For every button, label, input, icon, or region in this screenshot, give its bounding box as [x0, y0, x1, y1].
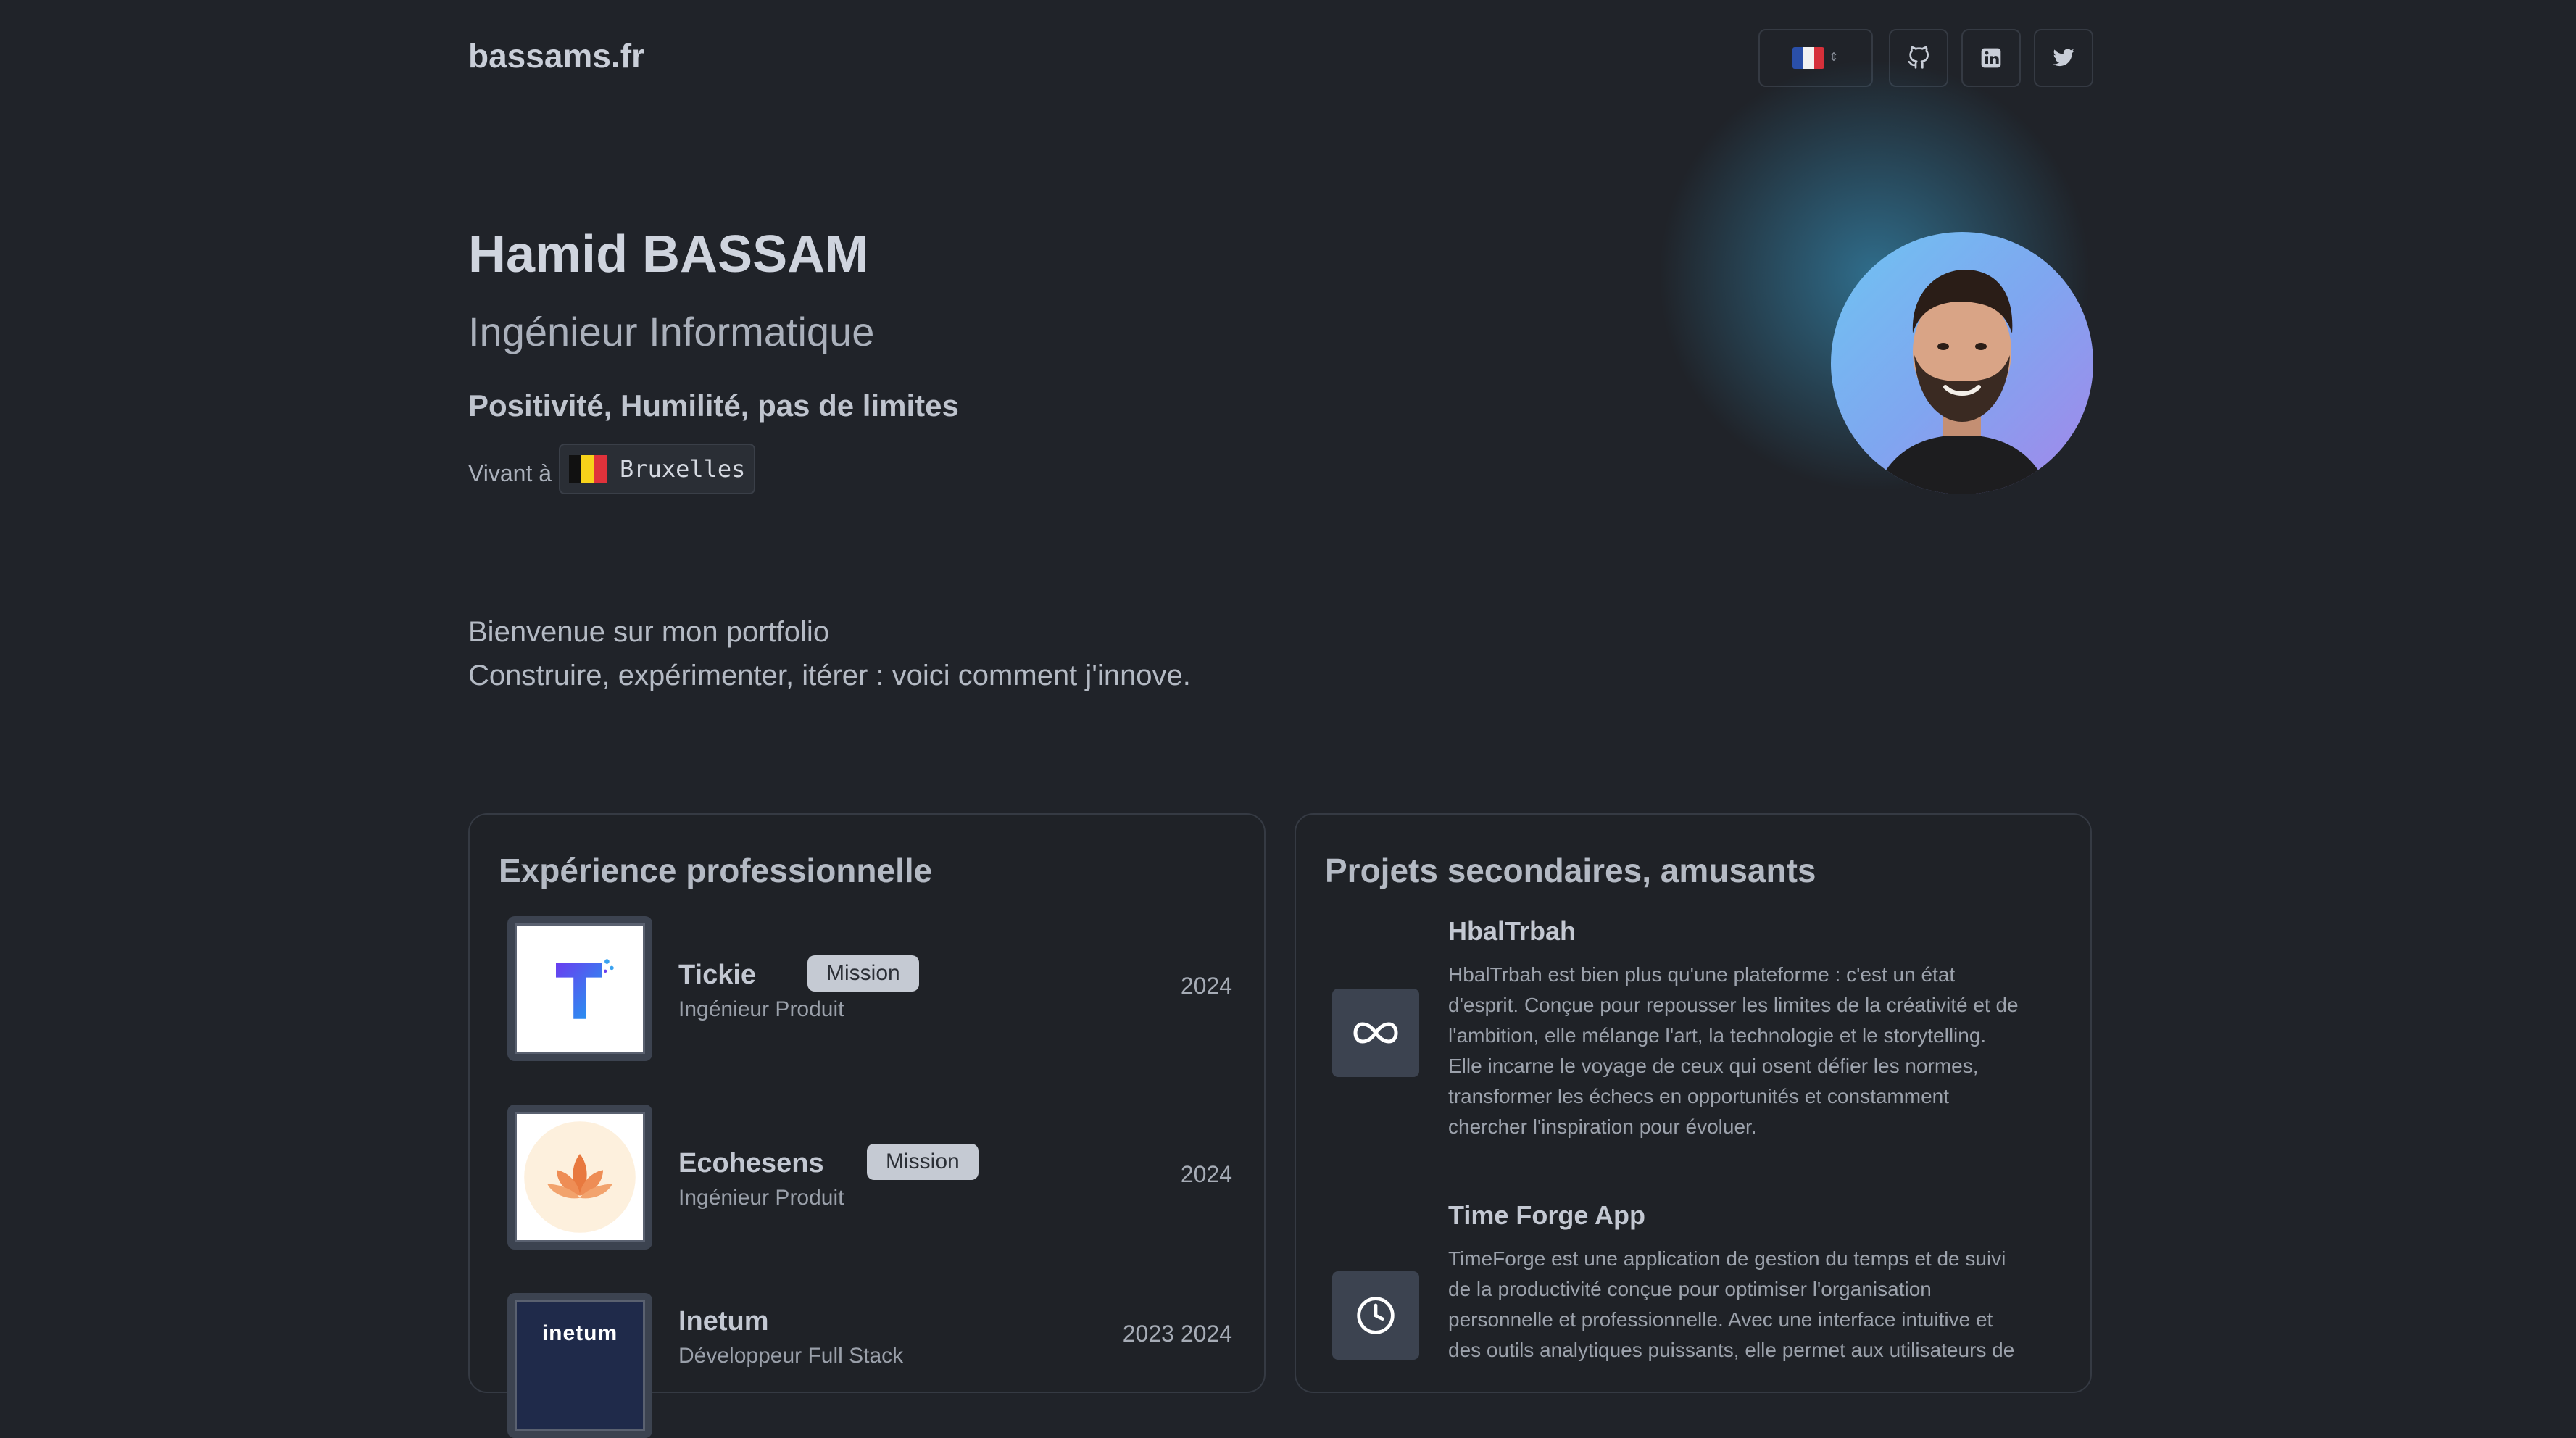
twitter-button[interactable]	[2034, 29, 2093, 87]
project-name: HbalTrbah	[1448, 916, 1576, 946]
hero-role: Ingénieur Informatique	[468, 309, 875, 354]
description-line: d'esprit. Conçue pour repousser les limi…	[1448, 994, 2019, 1016]
inetum-logo-text: inetum	[541, 1321, 618, 1345]
project-item-hbaltrbah[interactable]: HbalTrbah HbalTrbah est bien plus qu'une…	[1325, 916, 2064, 1148]
project-item-time-forge[interactable]: Time Forge App TimeForge est une applica…	[1325, 1200, 2064, 1389]
job-year: 2024	[1180, 973, 1232, 999]
city-name: Bruxelles	[620, 455, 746, 483]
projects-title: Projets secondaires, amusants	[1325, 852, 1816, 889]
city-chip: Bruxelles	[559, 444, 756, 494]
site-title[interactable]: bassams.fr	[468, 36, 644, 75]
welcome-line-1: Bienvenue sur mon portfolio	[468, 616, 830, 648]
description-line: de la productivité conçue pour optimiser…	[1448, 1278, 1932, 1300]
belgium-flag-icon	[569, 455, 607, 483]
twitter-icon	[2053, 49, 2074, 67]
project-name: Time Forge App	[1448, 1200, 1646, 1230]
company-logo	[507, 1105, 652, 1250]
description-line: chercher l'inspiration pour évoluer.	[1448, 1115, 1757, 1138]
job-role: Ingénieur Produit	[678, 997, 844, 1021]
welcome-line-2: Construire, expérimenter, itérer : voici…	[468, 660, 1191, 691]
job-year: 2024	[1180, 1161, 1232, 1187]
description-line: personnelle et professionnelle. Avec une…	[1448, 1308, 1993, 1331]
experience-title: Expérience professionnelle	[499, 852, 933, 889]
description-line: Elle incarne le voyage de ceux qui osent…	[1448, 1055, 1979, 1077]
description-line: TimeForge est une application de gestion…	[1448, 1247, 2006, 1270]
linkedin-button[interactable]	[1961, 29, 2021, 87]
company-name: Tickie	[678, 960, 757, 990]
project-description: HbalTrbah est bien plus qu'une plateform…	[1448, 960, 2064, 1142]
clock-icon	[1332, 1271, 1419, 1360]
tickie-logo-icon	[556, 959, 614, 1019]
experience-item-tickie[interactable]: Tickie Mission Ingénieur Produit 2024	[507, 916, 1232, 1061]
hero-name: Hamid BASSAM	[468, 225, 869, 283]
experience-card: Expérience professionnelle Tickie Missio…	[468, 813, 1266, 1438]
portrait-illustration	[1874, 270, 2050, 494]
description-line: l'ambition, elle mélange l'art, la techn…	[1448, 1024, 1987, 1047]
projects-card: Projets secondaires, amusants HbalTrbah …	[1295, 813, 2092, 1393]
location-row: Vivant à Bruxelles	[468, 444, 756, 494]
job-role: Développeur Full Stack	[678, 1344, 904, 1368]
description-line: transformer les échecs en opportunités e…	[1448, 1085, 1950, 1107]
experience-item-ecohesens[interactable]: Ecohesens Mission Ingénieur Produit 2024	[507, 1105, 1232, 1250]
company-name: Ecohesens	[678, 1148, 824, 1179]
description-line: HbalTrbah est bien plus qu'une plateform…	[1448, 963, 1956, 986]
page: bassams.fr ⇕ Hamid BASSAM Ingénieur Info…	[468, 0, 2093, 1438]
living-label: Vivant à	[468, 460, 552, 486]
project-description: TimeForge est une application de gestion…	[1448, 1244, 2064, 1366]
company-name: Inetum	[678, 1306, 769, 1337]
job-role: Ingénieur Produit	[678, 1186, 844, 1210]
infinity-icon	[1332, 989, 1419, 1077]
avatar	[1831, 232, 2093, 494]
company-logo	[507, 916, 652, 1061]
company-logo: inetum	[507, 1293, 652, 1438]
hero-motto: Positivité, Humilité, pas de limites	[468, 388, 959, 423]
mission-badge: Mission	[867, 1144, 979, 1180]
mission-badge: Mission	[807, 955, 919, 992]
lotus-logo-icon	[524, 1121, 636, 1233]
description-line: des outils analytiques puissants, elle p…	[1448, 1339, 2015, 1361]
linkedin-icon	[1981, 48, 2001, 68]
job-year: 2023 2024	[1122, 1321, 1232, 1347]
experience-item-inetum[interactable]: inetum Inetum Développeur Full Stack 202…	[507, 1293, 1232, 1438]
